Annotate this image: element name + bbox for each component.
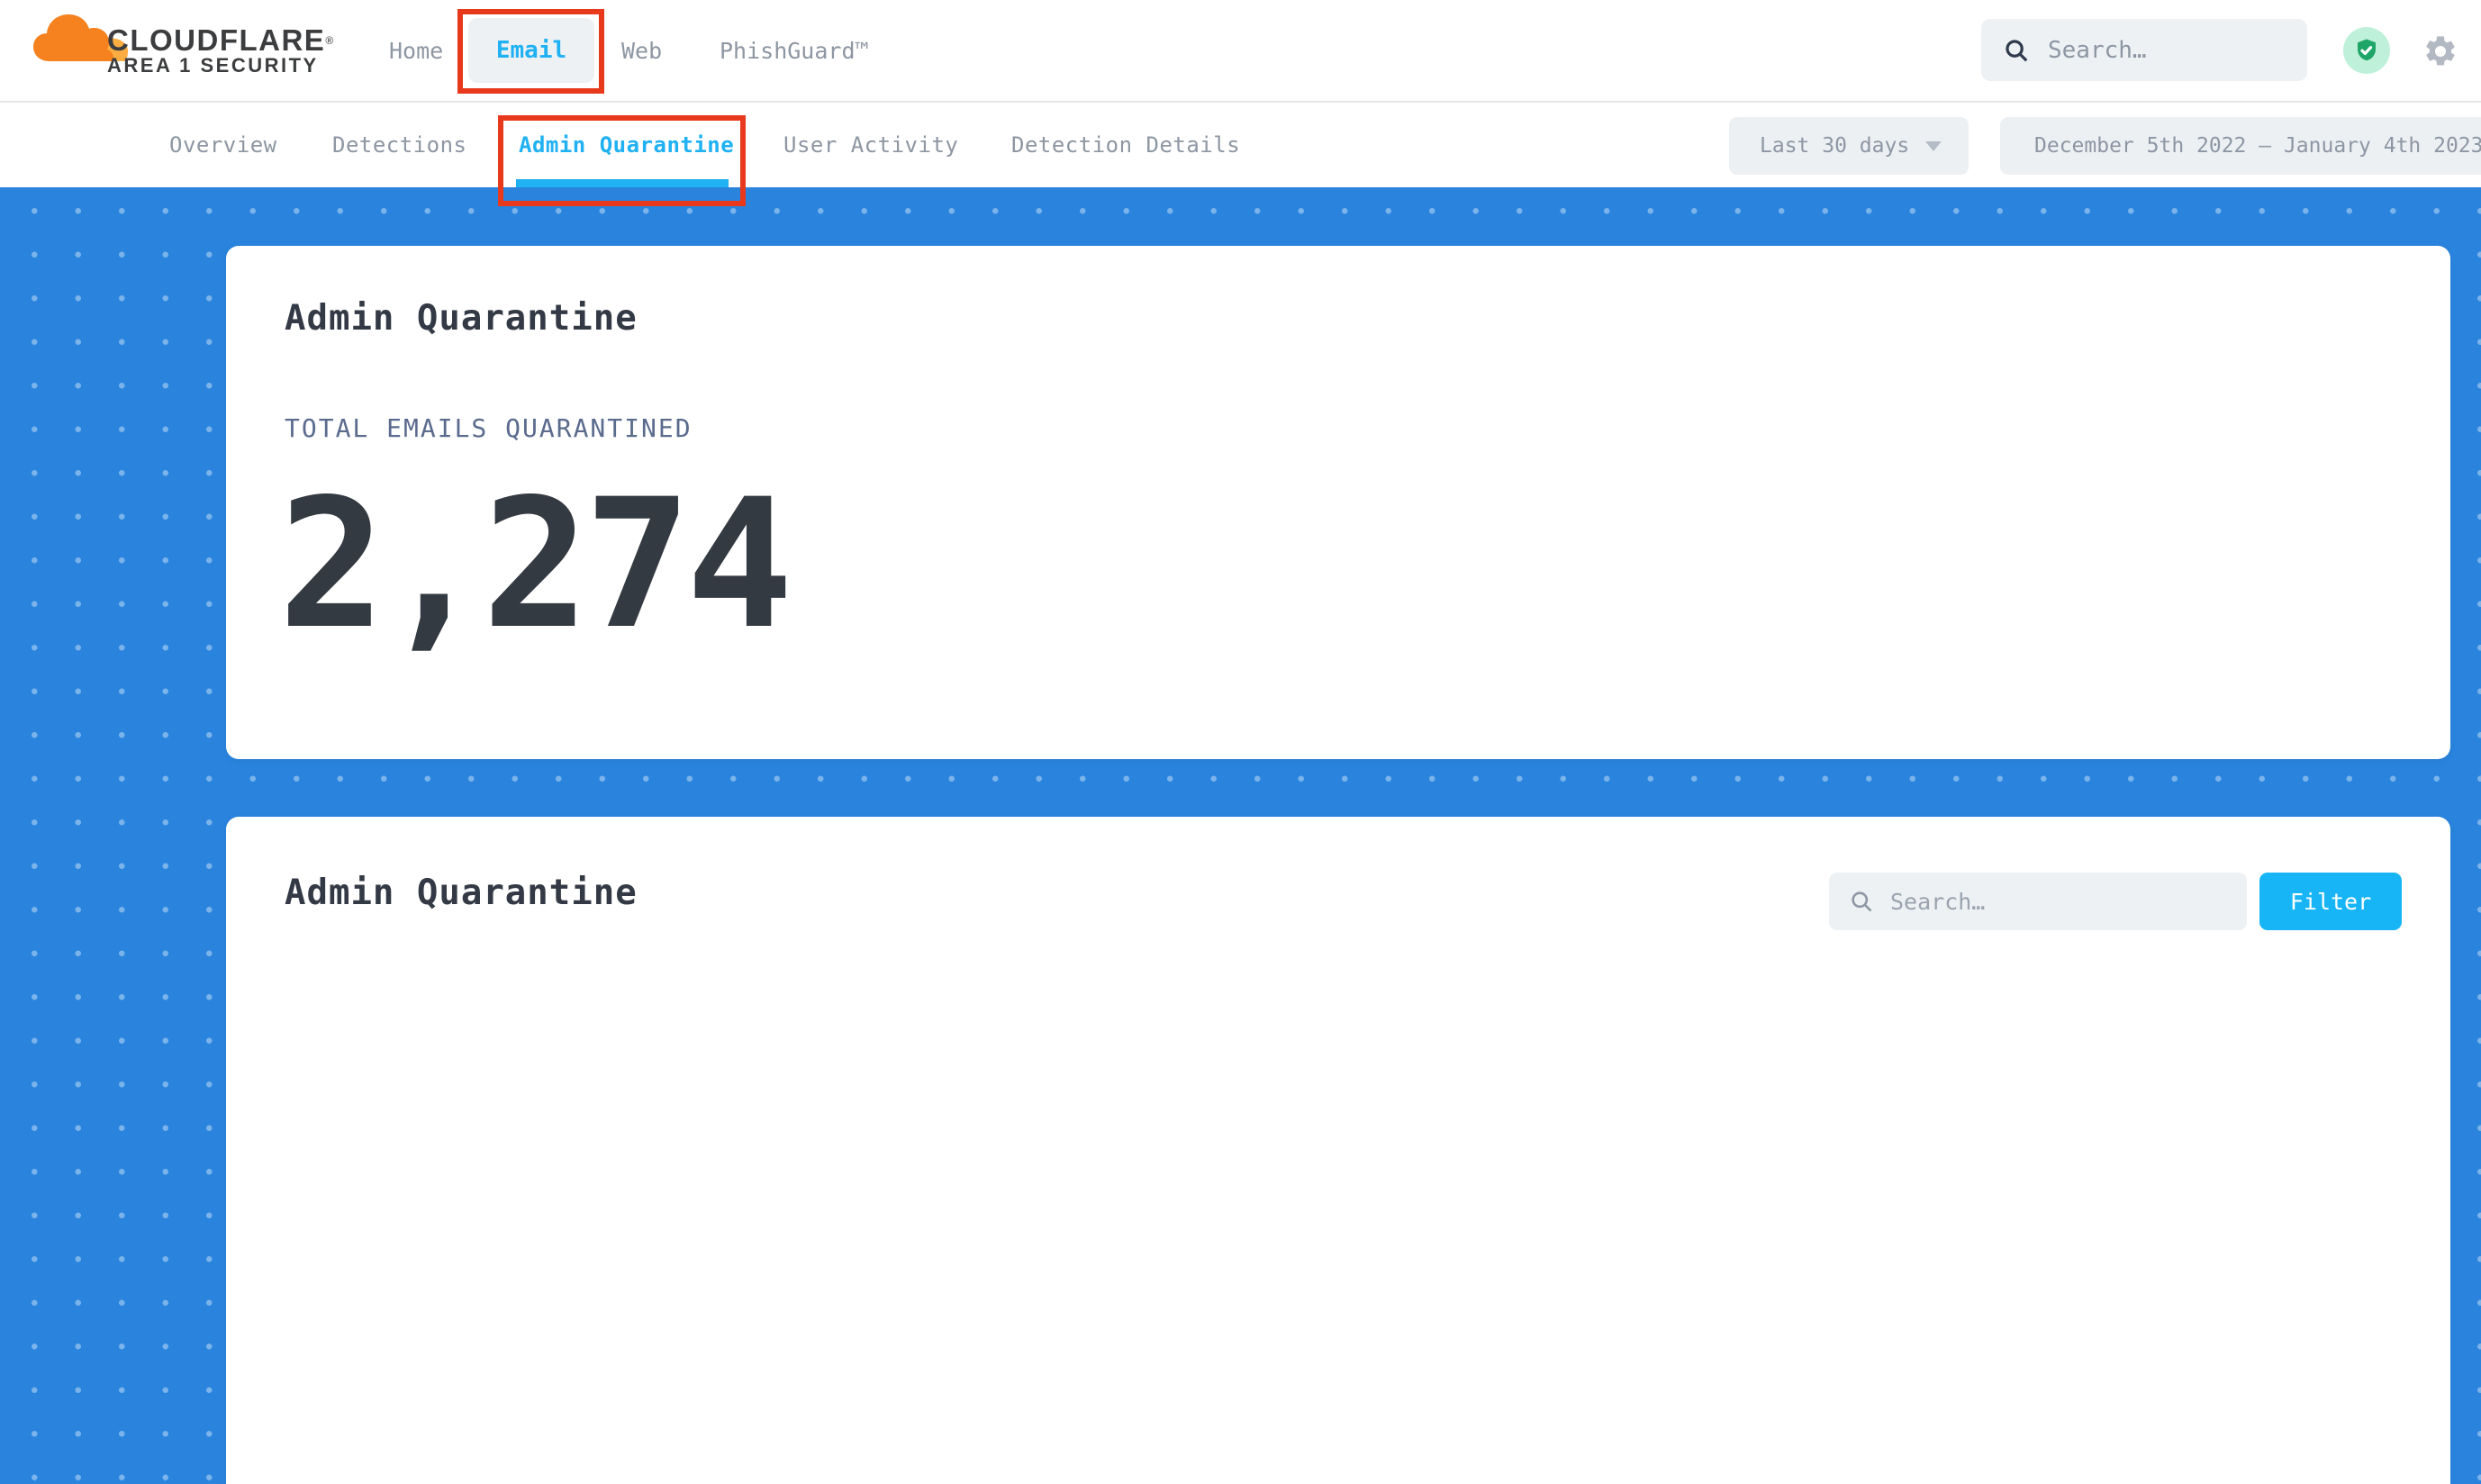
chevron-down-icon bbox=[1925, 141, 1942, 151]
tab-admin-quarantine[interactable]: Admin Quarantine bbox=[519, 103, 734, 187]
logo-subtitle: AREA 1 SECURITY bbox=[107, 54, 335, 77]
date-range-dropdown-label: Last 30 days bbox=[1760, 134, 1909, 158]
search-icon bbox=[2003, 37, 2030, 64]
date-range-text: December 5th 2022 — January 4th 2023 bbox=[2034, 134, 2481, 158]
filter-button[interactable]: Filter bbox=[2259, 873, 2402, 930]
topnav-phishguard[interactable]: PhishGuard™ bbox=[720, 0, 869, 101]
global-search-box[interactable] bbox=[1981, 19, 2307, 81]
topnav-web[interactable]: Web bbox=[621, 0, 662, 101]
shield-check-icon bbox=[2353, 37, 2380, 64]
table-card-title: Admin Quarantine bbox=[285, 873, 638, 913]
topnav-home[interactable]: Home bbox=[389, 0, 443, 101]
registered-mark: ® bbox=[325, 34, 334, 47]
tab-user-activity[interactable]: User Activity bbox=[783, 103, 958, 187]
table-search-input[interactable] bbox=[1888, 888, 2227, 916]
table-search-box[interactable] bbox=[1829, 873, 2247, 930]
summary-card-title: Admin Quarantine bbox=[285, 298, 638, 339]
search-icon bbox=[1849, 889, 1874, 914]
global-search-input[interactable] bbox=[2046, 36, 2286, 65]
protection-status-badge[interactable] bbox=[2343, 27, 2390, 74]
topnav-email[interactable]: Email bbox=[468, 18, 594, 83]
email-subnav: Overview Detections Admin Quarantine Use… bbox=[0, 103, 2481, 187]
active-tab-underline bbox=[516, 179, 729, 187]
page-background: Admin Quarantine TOTAL EMAILS QUARANTINE… bbox=[0, 187, 2481, 1484]
tab-overview[interactable]: Overview bbox=[169, 103, 277, 187]
total-quarantined-label: TOTAL EMAILS QUARANTINED bbox=[285, 413, 693, 443]
tab-detection-details[interactable]: Detection Details bbox=[1011, 103, 1240, 187]
date-range-display[interactable]: December 5th 2022 — January 4th 2023 bbox=[2000, 117, 2481, 175]
tab-detections[interactable]: Detections bbox=[332, 103, 467, 187]
settings-gear-icon[interactable] bbox=[2422, 33, 2458, 69]
top-header-bar: CLOUDFLARE® AREA 1 SECURITY Home Email W… bbox=[0, 0, 2481, 103]
quarantine-table-card: Admin Quarantine Filter DATE/DISPOSITION… bbox=[226, 817, 2450, 1484]
quarantine-summary-card: Admin Quarantine TOTAL EMAILS QUARANTINE… bbox=[226, 246, 2450, 759]
total-quarantined-value: 2,274 bbox=[278, 448, 788, 682]
date-range-dropdown[interactable]: Last 30 days bbox=[1729, 117, 1969, 175]
logo-brand: CLOUDFLARE® bbox=[107, 27, 335, 54]
